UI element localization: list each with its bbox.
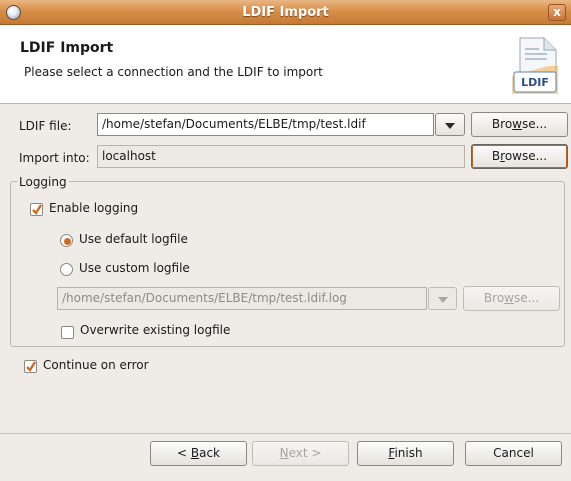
custom-logfile-browse-button[interactable]: Browse... xyxy=(463,286,560,311)
custom-logfile-dropdown[interactable] xyxy=(428,287,457,310)
page-description: Please select a connection and the LDIF … xyxy=(24,65,323,79)
enable-logging-label: Enable logging xyxy=(49,201,139,215)
footer-separator xyxy=(0,433,571,434)
ldif-file-browse-button[interactable]: Browse... xyxy=(471,112,568,137)
overwrite-logfile-checkbox[interactable] xyxy=(61,326,74,339)
use-custom-logfile-radio[interactable] xyxy=(60,263,73,276)
continue-on-error-checkbox[interactable] xyxy=(24,360,37,373)
import-into-label: Import into: xyxy=(19,151,90,165)
checkmark-icon xyxy=(32,204,43,215)
chevron-down-icon xyxy=(437,296,448,303)
enable-logging-checkbox[interactable] xyxy=(30,203,43,216)
cancel-button[interactable]: Cancel xyxy=(465,441,562,466)
import-into-browse-button[interactable]: Browse... xyxy=(471,144,568,169)
next-button[interactable]: Next > xyxy=(252,441,349,466)
finish-button[interactable]: Finish xyxy=(357,441,454,466)
checkmark-icon xyxy=(26,361,37,372)
ldif-file-dropdown[interactable] xyxy=(435,113,465,136)
continue-on-error-label: Continue on error xyxy=(43,358,149,372)
window-title: LDIF Import xyxy=(242,5,329,20)
ldif-icon-label: LDIF xyxy=(521,76,549,89)
page-title: LDIF Import xyxy=(20,40,114,56)
ldif-file-input[interactable]: /home/stefan/Documents/ELBE/tmp/test.ldi… xyxy=(97,113,434,136)
ldif-document-icon: LDIF xyxy=(512,37,558,94)
import-into-connection-field[interactable]: localhost xyxy=(97,145,465,168)
close-button[interactable]: x xyxy=(548,4,566,21)
use-default-logfile-label: Use default logfile xyxy=(79,232,188,246)
back-button[interactable]: < Back xyxy=(150,441,247,466)
radio-selected-dot xyxy=(64,238,71,245)
use-default-logfile-radio[interactable] xyxy=(60,234,73,247)
custom-logfile-input[interactable]: /home/stefan/Documents/ELBE/tmp/test.ldi… xyxy=(57,287,427,310)
chevron-down-icon xyxy=(445,122,455,129)
ldif-file-label: LDIF file: xyxy=(19,119,72,133)
logging-group-label: Logging xyxy=(17,175,69,189)
overwrite-logfile-label: Overwrite existing logfile xyxy=(80,323,231,337)
use-custom-logfile-label: Use custom logfile xyxy=(79,261,190,275)
